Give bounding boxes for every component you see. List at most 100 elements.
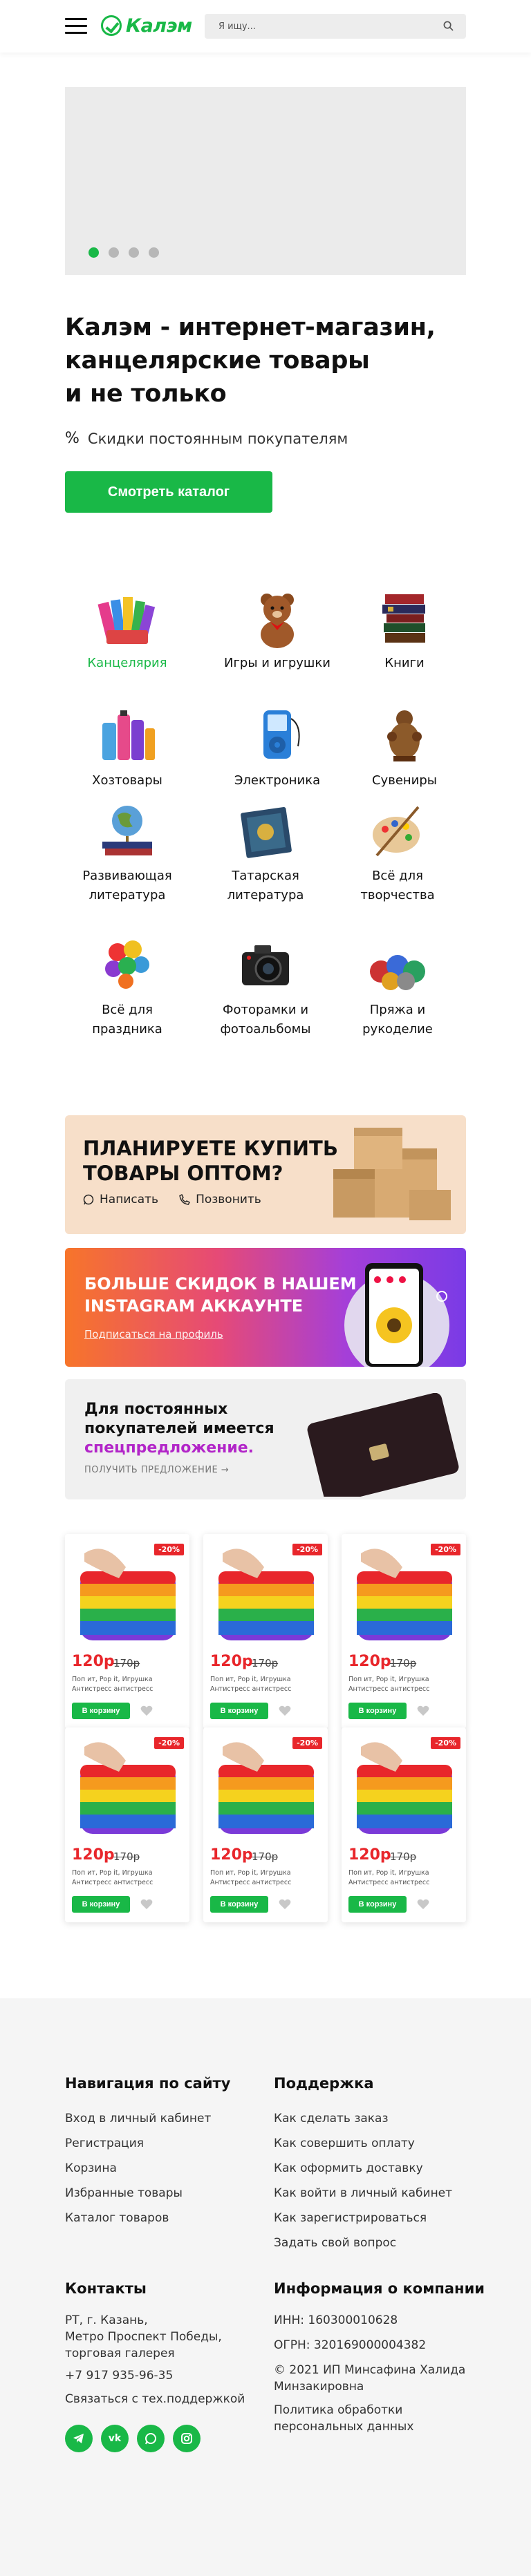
search-icon[interactable] [443, 21, 454, 31]
books-icon [382, 594, 425, 643]
privacy-policy-link[interactable]: Политика обработки персональных данных [274, 2402, 413, 2435]
product-description[interactable]: Поп ит, Pop it, Игрушка Антистресс антис… [72, 1675, 184, 1694]
nav-link-login[interactable]: Вход в личный кабинет [65, 2106, 211, 2131]
favorite-icon[interactable] [278, 1897, 292, 1911]
product-description[interactable]: Поп ит, Pop it, Игрушка Антистресс антис… [348, 1868, 460, 1888]
product-old-price: 170р [252, 1850, 279, 1863]
telegram-icon[interactable] [65, 2425, 93, 2452]
nav-link-cart[interactable]: Корзина [65, 2156, 211, 2181]
page-title-line: канцелярские товары [65, 347, 370, 375]
discount-badge: -20% [431, 1737, 460, 1749]
slider-dot[interactable] [129, 247, 139, 258]
add-to-cart-button[interactable]: В корзину [210, 1703, 268, 1719]
category-yarn[interactable]: Пряжа и рукоделие [339, 934, 456, 1039]
banner-slider[interactable] [65, 87, 466, 275]
support-link-login[interactable]: Как войти в личный кабинет [274, 2181, 452, 2206]
slider-dot[interactable] [88, 247, 99, 258]
category-label-line: фотоальбомы [220, 1022, 311, 1036]
view-catalog-button[interactable]: Смотреть каталог [65, 471, 272, 513]
product-description[interactable]: Поп ит, Pop it, Игрушка Антистресс антис… [348, 1675, 460, 1694]
product-image[interactable] [347, 1540, 460, 1647]
instagram-promo[interactable]: БОЛЬШЕ СКИДОК В НАШЕМ INSTAGRAM АККАУНТЕ … [65, 1248, 466, 1367]
category-household[interactable]: Хозтовары [68, 705, 186, 790]
loyalty-title-line: покупателей имеется [84, 1420, 274, 1437]
menu-icon[interactable] [65, 18, 87, 35]
support-link-register[interactable]: Как зарегистрироваться [274, 2206, 452, 2231]
add-to-cart-button[interactable]: В корзину [210, 1896, 268, 1913]
product-image[interactable] [71, 1733, 184, 1841]
category-souvenirs[interactable]: Сувениры [346, 705, 463, 790]
wholesale-title-line: ТОВАРЫ ОПТОМ? [83, 1162, 283, 1185]
favorite-icon[interactable] [416, 1897, 430, 1911]
product-image[interactable] [71, 1540, 184, 1647]
instagram-title: БОЛЬШЕ СКИДОК В НАШЕМ INSTAGRAM АККАУНТЕ [84, 1273, 357, 1317]
product-image[interactable] [209, 1733, 322, 1841]
nav-link-catalog[interactable]: Каталог товаров [65, 2206, 211, 2231]
product-price: 120р [72, 1653, 115, 1670]
logo[interactable]: Калэм [101, 14, 192, 37]
loyalty-title: Для постоянных покупателей имеется спецпре… [84, 1400, 313, 1458]
category-electronics[interactable]: Электроника [218, 705, 336, 790]
category-books[interactable]: Книги [346, 587, 463, 673]
add-to-cart-button[interactable]: В корзину [72, 1703, 130, 1719]
slider-dot[interactable] [149, 247, 159, 258]
product-card[interactable]: -20% 120р 170р Поп ит, Pop it, Игрушка Анти… [203, 1534, 328, 1729]
instagram-icon[interactable] [173, 2425, 201, 2452]
product-price: 120р [348, 1653, 391, 1670]
whatsapp-icon[interactable] [137, 2425, 165, 2452]
product-old-price: 170р [113, 1850, 140, 1863]
add-to-cart-button[interactable]: В корзину [348, 1703, 407, 1719]
product-card[interactable]: -20% 120р 170р Поп ит, Pop it, Игрушка Анти… [342, 1534, 466, 1729]
category-toys[interactable]: Игры и игрушки [218, 587, 336, 673]
vk-icon[interactable]: vk [101, 2425, 129, 2452]
wholesale-title-line: ПЛАНИРУЕТЕ КУПИТЬ [83, 1137, 338, 1160]
category-photo[interactable]: Фоторамки и фотоальбомы [207, 934, 324, 1039]
wholesale-promo[interactable]: ПЛАНИРУЕТЕ КУПИТЬ ТОВАРЫ ОПТОМ? Написать … [65, 1115, 466, 1234]
category-educational[interactable]: Развивающая литература [68, 800, 186, 905]
favorite-icon[interactable] [416, 1704, 430, 1718]
product-price: 120р [210, 1846, 253, 1864]
product-card[interactable]: -20% 120р 170р Поп ит, Pop it, Игрушка Анти… [203, 1727, 328, 1922]
write-button[interactable]: Написать [83, 1193, 158, 1206]
page-title-line: и не только [65, 380, 227, 408]
phone-link[interactable]: +7 917 935-96-35 [65, 2367, 173, 2384]
favorite-icon[interactable] [278, 1704, 292, 1718]
subscribe-link[interactable]: Подписаться на профиль [84, 1328, 223, 1341]
favorite-icon[interactable] [140, 1897, 153, 1911]
social-links: vk [65, 2425, 201, 2452]
address-line: РТ, г. Казань, [65, 2313, 148, 2327]
call-button[interactable]: Позвонить [179, 1193, 261, 1206]
category-label-line: Всё для [102, 1003, 153, 1017]
category-stationery[interactable]: Канцелярия [68, 587, 186, 673]
support-link-question[interactable]: Задать свой вопрос [274, 2231, 452, 2255]
get-offer-link[interactable]: ПОЛУЧИТЬ ПРЕДЛОЖЕНИЕ → [84, 1465, 229, 1475]
product-description[interactable]: Поп ит, Pop it, Игрушка Антистресс антис… [72, 1868, 184, 1888]
nav-link-favorites[interactable]: Избранные товары [65, 2181, 211, 2206]
nav-link-register[interactable]: Регистрация [65, 2131, 211, 2156]
product-image[interactable] [209, 1540, 322, 1647]
slider-dots [88, 247, 159, 258]
product-card[interactable]: -20% 120р 170р Поп ит, Pop it, Игрушка Анти… [65, 1727, 189, 1922]
favorite-icon[interactable] [140, 1704, 153, 1718]
support-link-delivery[interactable]: Как оформить доставку [274, 2156, 452, 2181]
address: РТ, г. Казань, Метро Проспект Победы, то… [65, 2312, 222, 2362]
support-link-payment[interactable]: Как совершить оплату [274, 2131, 452, 2156]
add-to-cart-button[interactable]: В корзину [72, 1896, 130, 1913]
support-link-order[interactable]: Как сделать заказ [274, 2106, 452, 2131]
loyalty-promo[interactable]: Для постоянных покупателей имеется спецпре… [65, 1379, 466, 1499]
category-holiday[interactable]: Всё для праздника [68, 934, 186, 1039]
search-input[interactable] [205, 14, 426, 39]
tech-support-link[interactable]: Связаться с тех.поддержкой [65, 2391, 245, 2407]
add-to-cart-button[interactable]: В корзину [348, 1896, 407, 1913]
product-description[interactable]: Поп ит, Pop it, Игрушка Антистресс антис… [210, 1868, 322, 1888]
product-description[interactable]: Поп ит, Pop it, Игрушка Антистресс антис… [210, 1675, 322, 1694]
discount-badge: -20% [292, 1544, 322, 1555]
slider-dot[interactable] [109, 247, 119, 258]
category-tatar-literature[interactable]: Татарская литература [207, 800, 324, 905]
product-image[interactable] [347, 1733, 460, 1841]
teddy-bear-icon [261, 594, 294, 648]
product-card[interactable]: -20% 120р 170р Поп ит, Pop it, Игрушка Анти… [65, 1534, 189, 1729]
figurine-icon [387, 710, 422, 761]
category-creativity[interactable]: Всё для творчества [339, 800, 456, 905]
product-card[interactable]: -20% 120р 170р Поп ит, Pop it, Игрушка Анти… [342, 1727, 466, 1922]
